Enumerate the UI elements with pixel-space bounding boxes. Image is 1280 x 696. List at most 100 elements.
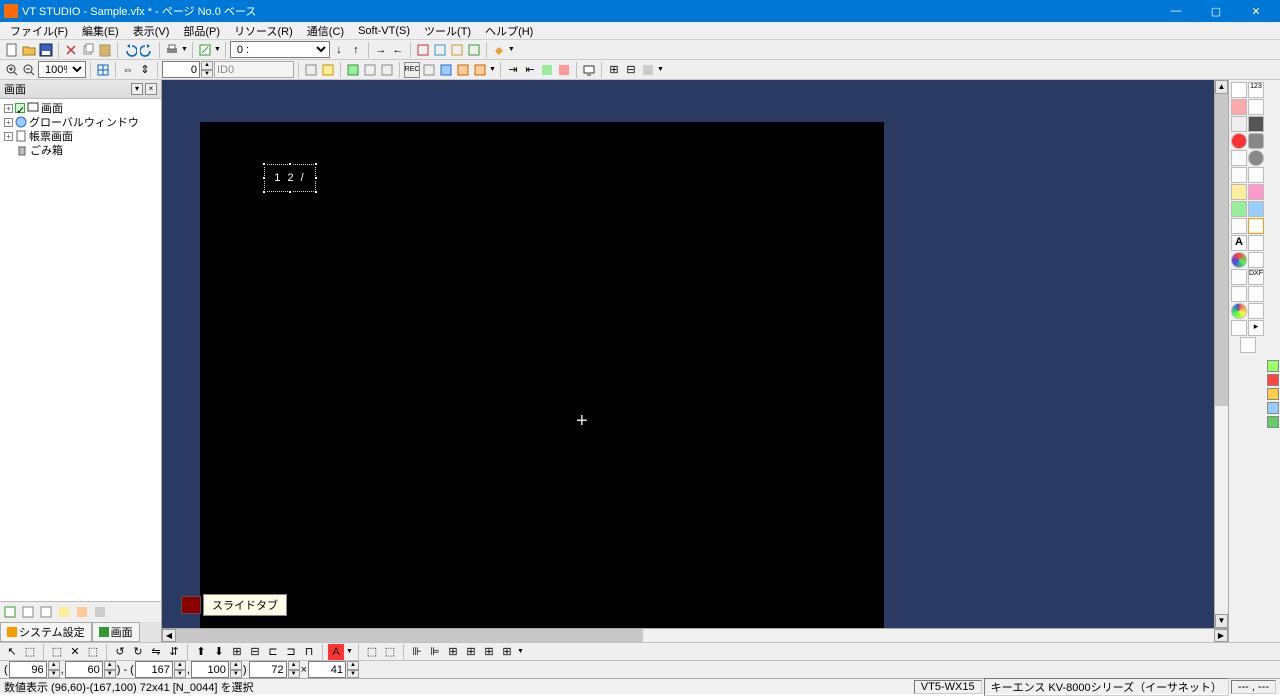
vertical-scrollbar[interactable]: ▲▼: [1214, 80, 1228, 628]
panel-close-icon[interactable]: ×: [145, 83, 157, 95]
dist-h-icon[interactable]: ⊪: [409, 644, 425, 660]
sel-w-icon[interactable]: ⊞: [499, 644, 515, 660]
color-red[interactable]: [1267, 374, 1279, 386]
tb2-j-icon[interactable]: ⇥: [505, 62, 521, 78]
tb2-b-icon[interactable]: [320, 62, 336, 78]
sel-r-icon[interactable]: ⬚: [364, 644, 380, 660]
tree-node-trash[interactable]: ごみ箱: [2, 143, 159, 157]
expand-icon[interactable]: +: [4, 132, 13, 141]
tool-i-icon[interactable]: [1231, 201, 1247, 217]
menu-tool[interactable]: ツール(T): [418, 22, 477, 40]
print-icon[interactable]: [164, 42, 180, 58]
down-arrow-icon[interactable]: ↓: [331, 42, 347, 58]
sel-b-icon[interactable]: ⬚: [22, 644, 38, 660]
minimize-button[interactable]: ―: [1156, 0, 1196, 22]
monitor-icon[interactable]: [581, 62, 597, 78]
tool-r-icon[interactable]: [1231, 320, 1247, 336]
tb2-c-icon[interactable]: [345, 62, 361, 78]
rotate-right-icon[interactable]: ↻: [130, 644, 146, 660]
zoom-combo[interactable]: 100%: [38, 61, 86, 78]
close-button[interactable]: ✕: [1236, 0, 1276, 22]
tool-p-icon[interactable]: [1231, 286, 1247, 302]
num-tool-icon[interactable]: 123: [1248, 82, 1264, 98]
tool-grey-icon[interactable]: [1231, 116, 1247, 132]
tb2-f-icon[interactable]: [421, 62, 437, 78]
ungroup-icon[interactable]: ⊟: [247, 644, 263, 660]
align-h-icon[interactable]: ⇔: [120, 62, 136, 78]
x2-input[interactable]: [135, 661, 173, 678]
align-r-icon[interactable]: ⊐: [283, 644, 299, 660]
align-v-icon[interactable]: ⇕: [137, 62, 153, 78]
dist-v-icon[interactable]: ⊫: [427, 644, 443, 660]
tb2-o-icon[interactable]: ⊞: [606, 62, 622, 78]
rotate-left-icon[interactable]: ↺: [112, 644, 128, 660]
tb2-h-icon[interactable]: [455, 62, 471, 78]
layer-back-icon[interactable]: ⬇: [211, 644, 227, 660]
color-blue[interactable]: [1267, 402, 1279, 414]
tb2-k-icon[interactable]: ⇤: [522, 62, 538, 78]
nav-back-icon[interactable]: ←: [390, 42, 406, 58]
pie-icon[interactable]: [1231, 252, 1247, 268]
page-selector[interactable]: 0 :: [230, 41, 330, 58]
tb2-p-icon[interactable]: ⊟: [623, 62, 639, 78]
redo-icon[interactable]: [139, 42, 155, 58]
zoom-out-icon[interactable]: [21, 62, 37, 78]
new-icon[interactable]: [4, 42, 20, 58]
lt-d-icon[interactable]: [56, 604, 72, 620]
sel-q-icon[interactable]: ⊓: [301, 644, 317, 660]
tree-node-report[interactable]: + 帳票画面: [2, 129, 159, 143]
expand-icon[interactable]: +: [4, 104, 13, 113]
expand-tool-icon[interactable]: ▸: [1248, 320, 1264, 336]
lt-c-icon[interactable]: [38, 604, 54, 620]
checkbox-icon[interactable]: ✓: [15, 103, 25, 113]
tool-j-icon[interactable]: [1248, 201, 1264, 217]
up-arrow-icon[interactable]: ↑: [348, 42, 364, 58]
tool-line-icon[interactable]: [1248, 99, 1264, 115]
sel-u-icon[interactable]: ⊞: [463, 644, 479, 660]
save-icon[interactable]: [38, 42, 54, 58]
num-spinner[interactable]: ▲▼: [201, 61, 213, 78]
open-icon[interactable]: [21, 42, 37, 58]
sel-d-icon[interactable]: ✕: [67, 644, 83, 660]
tb2-i-icon[interactable]: [472, 62, 488, 78]
num-input[interactable]: [162, 61, 200, 78]
tb2-q-icon[interactable]: [640, 62, 656, 78]
tool-f-icon[interactable]: [1231, 167, 1247, 183]
sel-s-icon[interactable]: ⬚: [382, 644, 398, 660]
lt-f-icon[interactable]: [92, 604, 108, 620]
tb2-g-icon[interactable]: [438, 62, 454, 78]
zoom-in-icon[interactable]: [4, 62, 20, 78]
color-A-icon[interactable]: A: [328, 644, 344, 660]
cut-icon[interactable]: [63, 42, 79, 58]
tool-l-icon[interactable]: [1248, 218, 1264, 234]
tool-a-icon[interactable]: [415, 42, 431, 58]
color-green2[interactable]: [1267, 416, 1279, 428]
color-orange[interactable]: [1267, 388, 1279, 400]
tool-s-icon[interactable]: [1240, 337, 1256, 353]
tab-system[interactable]: システム設定: [0, 622, 92, 642]
x1-input[interactable]: [9, 661, 47, 678]
color-green[interactable]: [1267, 360, 1279, 372]
rect-icon[interactable]: [1248, 133, 1264, 149]
tool-o-icon[interactable]: [1231, 269, 1247, 285]
tb2-e-icon[interactable]: [379, 62, 395, 78]
sel-t-icon[interactable]: ⊞: [445, 644, 461, 660]
menu-softvt[interactable]: Soft-VT(S): [352, 24, 416, 38]
tool-k-icon[interactable]: [1231, 218, 1247, 234]
lt-e-icon[interactable]: [74, 604, 90, 620]
nav-right-icon[interactable]: →: [373, 42, 389, 58]
table-icon[interactable]: [1248, 286, 1264, 302]
rec-icon[interactable]: REC: [404, 62, 420, 78]
cursor-tool-icon[interactable]: [1231, 82, 1247, 98]
maximize-button[interactable]: ▢: [1196, 0, 1236, 22]
circle-icon[interactable]: [1248, 150, 1264, 166]
tool-e-icon[interactable]: [1231, 150, 1247, 166]
tool-g-icon[interactable]: [1231, 184, 1247, 200]
tool-h-icon[interactable]: [1248, 184, 1264, 200]
selected-object[interactable]: 1 2 /: [264, 164, 316, 192]
tool-n-icon[interactable]: [1248, 252, 1264, 268]
menu-file[interactable]: ファイル(F): [4, 22, 74, 40]
wheel-icon[interactable]: [1231, 303, 1247, 319]
tab-screen[interactable]: 画面: [92, 622, 140, 642]
tool-d-icon[interactable]: [466, 42, 482, 58]
